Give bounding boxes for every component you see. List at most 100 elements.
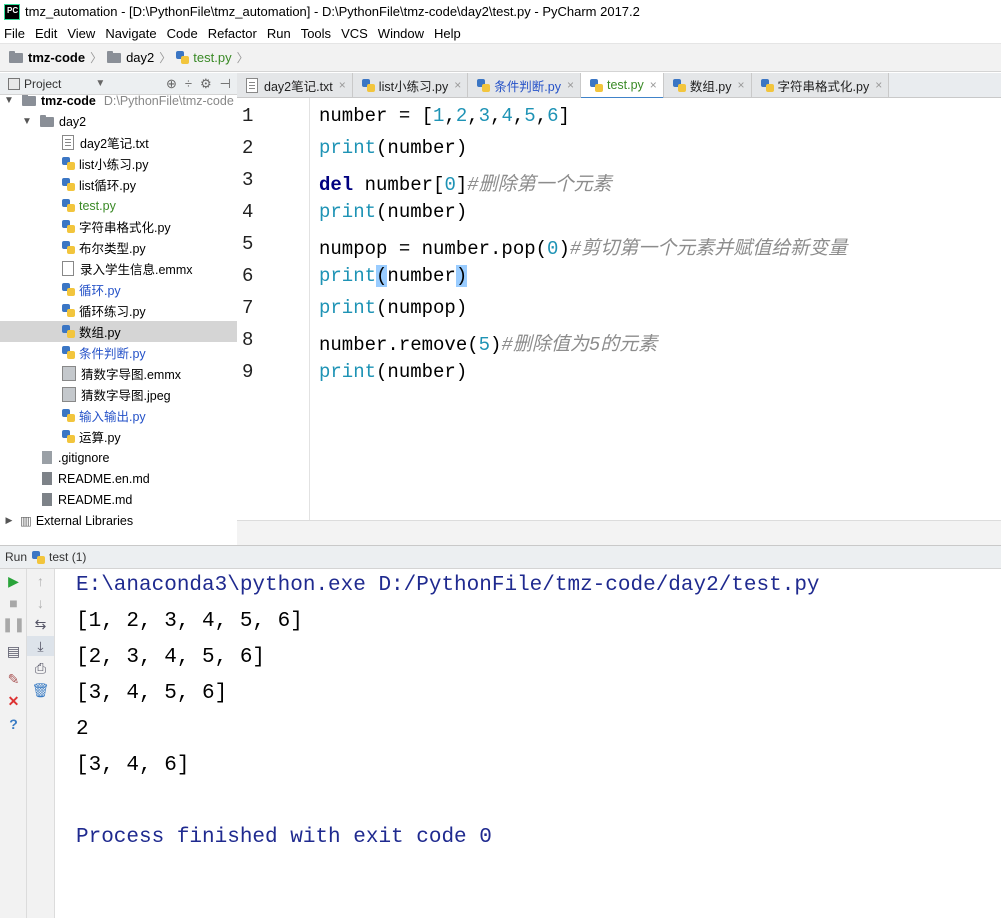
code-line[interactable]: print(numpop) <box>319 297 467 319</box>
line-number: 4 <box>242 201 254 223</box>
stop-icon[interactable]: ■ <box>0 593 27 613</box>
soft-wrap-icon[interactable]: ⇆ <box>27 614 54 634</box>
help-icon[interactable]: ? <box>0 714 27 734</box>
editor-tab[interactable]: 数组.py × <box>663 73 752 97</box>
hide-panel-icon[interactable]: ⊣ <box>220 76 231 92</box>
menu-code[interactable]: Code <box>162 26 203 41</box>
tree-item[interactable]: 字符串格式化.py <box>0 216 237 237</box>
tree-item[interactable]: .gitignore <box>0 447 237 468</box>
tree-item[interactable]: test.py <box>0 195 237 216</box>
python-file-icon <box>62 409 75 422</box>
arrow-up-icon[interactable]: ↑ <box>27 571 54 591</box>
close-tab-icon[interactable]: × <box>650 78 657 92</box>
close-tab-icon[interactable]: × <box>454 78 461 92</box>
number-literal: 2 <box>455 105 468 127</box>
tree-item[interactable]: 循环练习.py <box>0 300 237 321</box>
code-line[interactable]: print(number) <box>319 201 467 223</box>
code-token: numpop = number.pop( <box>319 238 548 260</box>
code-line[interactable]: print(number) <box>319 137 467 159</box>
code-line[interactable]: del number[0]#删除第一个元素 <box>319 169 612 196</box>
menu-navigate[interactable]: Navigate <box>100 26 161 41</box>
menu-refactor[interactable]: Refactor <box>203 26 262 41</box>
python-file-icon <box>32 550 46 564</box>
tree-item[interactable]: day2笔记.txt <box>0 132 237 153</box>
tree-item[interactable]: 猜数字导图.jpeg <box>0 384 237 405</box>
tree-item[interactable]: list循环.py <box>0 174 237 195</box>
target-icon[interactable]: ⊕ <box>166 76 177 92</box>
run-config-tab[interactable]: test (1) <box>49 550 86 564</box>
code-token: (number) <box>376 361 468 383</box>
tree-item[interactable]: list小练习.py <box>0 153 237 174</box>
menu-vcs[interactable]: VCS <box>336 26 373 41</box>
breadcrumb-file[interactable]: test.py <box>176 50 232 65</box>
close-icon[interactable]: ✕ <box>0 691 27 711</box>
editor-tab[interactable]: test.py × <box>580 73 664 100</box>
trash-icon[interactable]: 🗑 <box>27 680 54 700</box>
project-tree: ▼ tmz-code D:\PythonFile\tmz-code ▼ day2 day2… <box>0 95 237 545</box>
editor-tab[interactable]: list小练习.py × <box>352 73 469 97</box>
close-tab-icon[interactable]: × <box>339 78 346 92</box>
chevron-right-icon[interactable]: ▶ <box>2 515 16 526</box>
breadcrumb-root[interactable]: tmz-code <box>9 50 85 65</box>
print-icon[interactable]: ⎙ <box>27 658 54 678</box>
menu-help[interactable]: Help <box>429 26 466 41</box>
chevron-down-icon[interactable]: ▼ <box>20 116 34 127</box>
tree-item[interactable]: 循环.py <box>0 279 237 300</box>
pin-tab-icon[interactable]: ✎ <box>0 669 27 689</box>
builtin-print: print <box>319 137 377 159</box>
tree-item[interactable]: 条件判断.py <box>0 342 237 363</box>
gear-icon[interactable]: ⚙ <box>200 76 212 92</box>
menu-file[interactable]: File <box>0 26 30 41</box>
close-tab-icon[interactable]: × <box>875 78 882 92</box>
menu-run[interactable]: Run <box>262 26 296 41</box>
tree-item[interactable]: ▼ day2 <box>0 111 237 132</box>
editor-tab[interactable]: day2笔记.txt × <box>237 73 353 97</box>
menu-tools[interactable]: Tools <box>296 26 336 41</box>
project-panel-label[interactable]: Project <box>24 77 61 91</box>
close-tab-icon[interactable]: × <box>567 78 574 92</box>
code-line[interactable]: print(number) <box>319 361 467 383</box>
chevron-down-icon[interactable]: ▼ <box>95 78 105 89</box>
code-line[interactable]: number = [1,2,3,4,5,6] <box>319 105 570 127</box>
collapse-all-icon[interactable]: ÷ <box>185 76 192 92</box>
run-console-output[interactable]: E:\anaconda3\python.exe D:/PythonFile/tm… <box>55 569 1001 918</box>
python-file-icon <box>62 430 75 443</box>
tree-item[interactable]: README.en.md <box>0 468 237 489</box>
tree-item[interactable]: README.md <box>0 489 237 510</box>
tree-item[interactable]: 猜数字导图.emmx <box>0 363 237 384</box>
tree-item[interactable]: 运算.py <box>0 426 237 447</box>
code-token: (numpop) <box>376 297 468 319</box>
editor-tab[interactable]: 条件判断.py × <box>468 73 581 97</box>
tree-item[interactable]: 布尔类型.py <box>0 237 237 258</box>
code-line[interactable]: print(number) <box>319 265 468 287</box>
menu-edit[interactable]: Edit <box>30 26 62 41</box>
code-line[interactable]: numpop = number.pop(0)#剪切第一个元素并赋值给新变量 <box>319 233 847 260</box>
matched-brace: ) <box>455 265 468 287</box>
markdown-file-icon <box>42 472 52 485</box>
close-tab-icon[interactable]: × <box>738 78 745 92</box>
editor-tab[interactable]: 字符串格式化.py × <box>751 73 890 97</box>
code-line[interactable]: number.remove(5)#删除值为5的元素 <box>319 329 657 356</box>
builtin-print: print <box>319 265 377 287</box>
menu-window[interactable]: Window <box>373 26 429 41</box>
tree-item-path: D:\PythonFile\tmz-code <box>103 95 234 108</box>
tree-item[interactable]: 数组.py <box>0 321 237 342</box>
rerun-icon[interactable]: ▶ <box>0 571 27 591</box>
code-editor[interactable]: number = [1,2,3,4,5,6] print(number) del n… <box>310 98 1001 521</box>
tree-item[interactable]: 录入学生信息.emmx <box>0 258 237 279</box>
breadcrumb-folder[interactable]: day2 <box>107 50 154 65</box>
editor-tab-label: 条件判断.py <box>494 79 561 94</box>
line-number: 7 <box>242 297 254 319</box>
tree-item[interactable]: ▼ tmz-code D:\PythonFile\tmz-code <box>0 95 237 111</box>
chevron-down-icon[interactable]: ▼ <box>2 95 16 106</box>
restore-layout-icon[interactable]: ▤ <box>0 641 27 661</box>
tree-item-label: list小练习.py <box>79 158 149 172</box>
menu-view[interactable]: View <box>62 26 100 41</box>
number-literal: 3 <box>478 105 491 127</box>
pause-icon[interactable]: ❚❚ <box>0 614 27 634</box>
line-number: 1 <box>242 105 254 127</box>
tree-item[interactable]: ▶ ▥ External Libraries <box>0 510 237 531</box>
scroll-to-end-icon[interactable]: ⤓ <box>27 636 54 656</box>
tree-item[interactable]: 输入输出.py <box>0 405 237 426</box>
arrow-down-icon[interactable]: ↓ <box>27 593 54 613</box>
